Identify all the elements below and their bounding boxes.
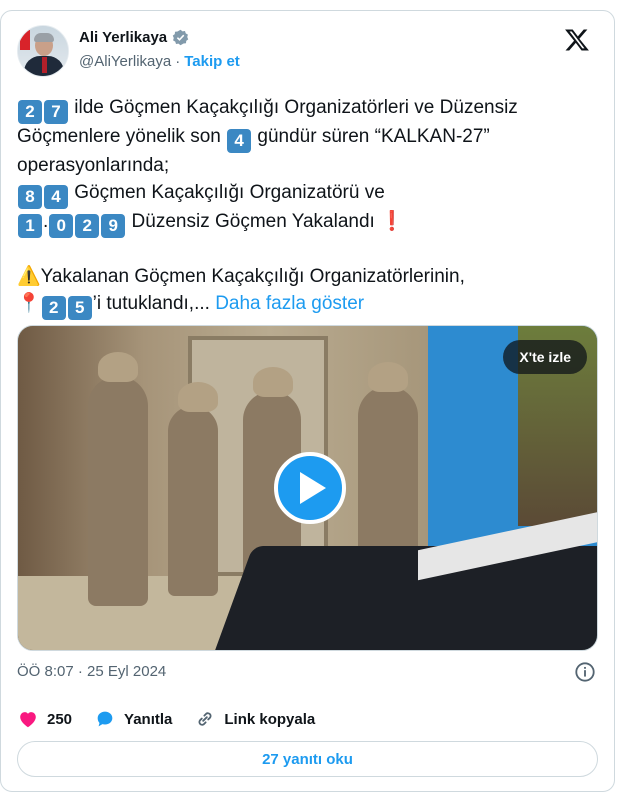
tweet-card: Ali Yerlikaya @AliYerlikaya · Takip et 2… — [0, 10, 615, 792]
tweet-line: Göçmen Kaçakçılığı Organizatörü ve — [69, 181, 385, 203]
pin-icon: 📍 — [17, 292, 41, 314]
copy-link-label: Link kopyala — [224, 710, 316, 728]
keycap-digit: 7 — [44, 100, 68, 124]
exclamation-icon: ❗ — [380, 210, 404, 232]
keycap-digit: 5 — [67, 295, 92, 320]
tweet-line: Göçmenlere yönelik son — [17, 126, 227, 147]
video-player[interactable]: X'te izle — [17, 325, 598, 651]
tweet-line: Yakalanan Göçmen Kaçakçılığı Organizatör… — [40, 266, 465, 287]
keycap-digit: 8 — [18, 184, 42, 209]
verified-badge-icon — [172, 29, 189, 46]
keycap-digit: 9 — [101, 213, 126, 238]
x-logo-icon[interactable] — [564, 27, 590, 53]
tweet-line: Düzensiz Göçmen Yakalandı — [126, 210, 381, 232]
tweet-line: ilde Göçmen Kaçakçılığı Organizatörleri … — [69, 97, 518, 118]
warning-icon: ⚠️ — [17, 266, 41, 287]
show-more-link[interactable]: Daha fazla göster — [215, 293, 364, 314]
tweet-header: Ali Yerlikaya @AliYerlikaya · Takip et — [17, 25, 598, 81]
keycap-digit: 2 — [18, 100, 42, 124]
reply-label: Yanıtla — [124, 710, 173, 728]
keycap-digit: 2 — [41, 295, 66, 320]
heart-icon — [20, 712, 36, 728]
keycap-digit: 2 — [75, 213, 100, 238]
keycap-digit: 4 — [227, 129, 252, 153]
action-bar: 250 Yanıtla Link kopyala — [17, 705, 337, 733]
play-icon[interactable] — [274, 452, 346, 524]
copy-link-button[interactable]: Link kopyala — [194, 708, 315, 730]
tweet-line: gündür süren “KALKAN-27” — [252, 126, 490, 147]
video-frame-figure — [168, 382, 218, 596]
tweet-line: ’i tutuklandı,... — [92, 292, 216, 314]
video-frame-figure — [88, 352, 148, 606]
keycap-digit: 4 — [44, 184, 68, 209]
tweet-line: operasyonlarında; — [17, 155, 170, 176]
like-count: 250 — [47, 710, 73, 728]
follow-button[interactable]: Takip et — [184, 53, 240, 70]
keycap-digit: 1 — [18, 213, 42, 238]
watch-on-x-button[interactable]: X'te izle — [503, 340, 587, 374]
video-frame-truck — [212, 546, 597, 650]
reply-bubble-icon — [97, 711, 113, 727]
keycap-digit: 0 — [49, 213, 74, 238]
link-icon — [198, 712, 212, 726]
tweet-text: 27 ilde Göçmen Kaçakçılığı Organizatörle… — [17, 95, 602, 320]
display-name[interactable]: Ali Yerlikaya — [79, 29, 167, 46]
handle[interactable]: @AliYerlikaya — [79, 53, 171, 70]
digit-separator: . — [43, 210, 49, 232]
handle-row: @AliYerlikaya · Takip et — [79, 53, 240, 70]
tweet-timestamp[interactable]: ÖÖ 8:07 · 25 Eyl 2024 — [17, 663, 166, 680]
name-row: Ali Yerlikaya — [79, 29, 189, 46]
avatar[interactable] — [17, 25, 69, 77]
separator-dot: · — [175, 53, 181, 70]
read-replies-button[interactable]: 27 yanıtı oku — [17, 741, 598, 777]
like-button[interactable]: 250 — [17, 708, 72, 730]
reply-button[interactable]: Yanıtla — [94, 708, 172, 730]
info-icon[interactable] — [574, 661, 596, 683]
